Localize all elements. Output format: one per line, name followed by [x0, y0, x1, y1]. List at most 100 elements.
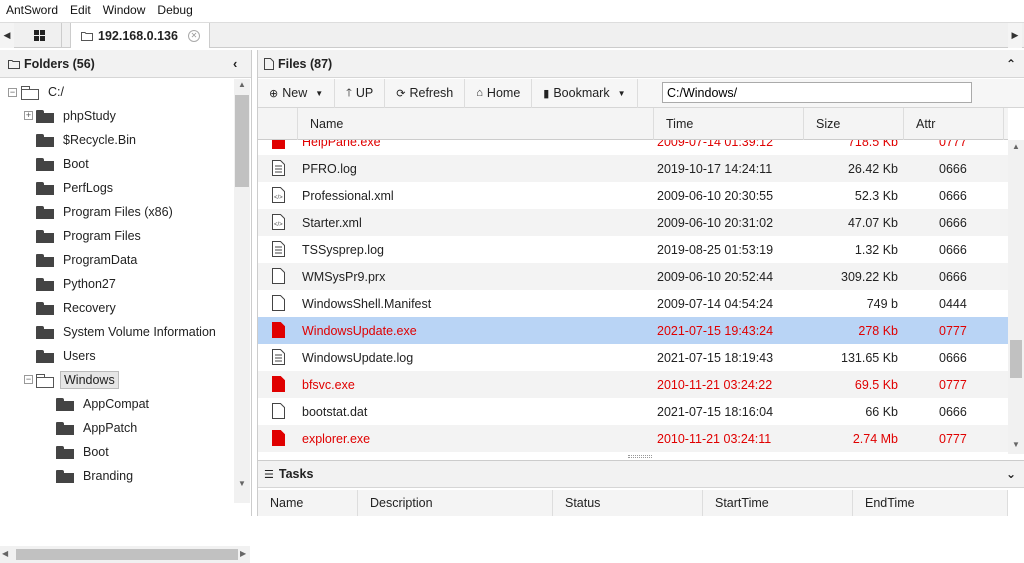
path-input[interactable] — [662, 82, 972, 103]
scroll-thumb[interactable] — [235, 95, 249, 187]
tasks-column-status[interactable]: Status — [553, 490, 703, 516]
caret-down-icon: ▼ — [617, 88, 626, 98]
tab-home[interactable] — [18, 23, 62, 48]
new-button[interactable]: ⊕ New ▼ — [258, 78, 336, 108]
tree-folder[interactable]: System Volume Information — [36, 321, 219, 343]
cell-attr: 0777 — [939, 323, 967, 338]
folder-icon — [36, 157, 54, 171]
cell-attr: 0777 — [939, 431, 967, 446]
up-button[interactable]: 🡑 UP — [335, 78, 386, 108]
file-exe-icon — [272, 376, 285, 392]
tree-folder[interactable]: + phpStudy — [24, 105, 119, 127]
caret-down-icon: ▼ — [315, 88, 324, 98]
table-row[interactable]: PFRO.log 2019-10-17 14:24:11 26.42 Kb 0666 — [258, 155, 1008, 182]
column-size[interactable]: Size — [804, 108, 904, 140]
tree-folder-label: AppCompat — [83, 397, 150, 411]
file-code-icon: </> — [272, 214, 285, 230]
resize-handle[interactable] — [628, 455, 652, 458]
cell-time: 2021-07-15 18:19:43 — [657, 350, 774, 365]
table-row[interactable]: bootstat.dat 2021-07-15 18:16:04 66 Kb 0666 — [258, 398, 1008, 425]
table-row[interactable]: </> Professional.xml 2009-06-10 20:30:55 52… — [258, 182, 1008, 209]
folder-tree: − C:/ + phpStudy $Recycle.Bin Boot PerfLogs P… — [0, 79, 234, 547]
folder-icon — [36, 205, 54, 219]
file-text-icon — [272, 241, 285, 257]
collapse-up-icon[interactable]: ⌃ — [1006, 57, 1016, 71]
table-row[interactable]: </> Starter.xml 2009-06-10 20:31:02 47.07 K… — [258, 209, 1008, 236]
cell-name: TSSysprep.log — [302, 242, 384, 257]
bookmark-button[interactable]: ▮ Bookmark ▼ — [532, 78, 638, 108]
column-name[interactable]: Name — [298, 108, 654, 140]
tree-folder[interactable]: AppPatch — [56, 417, 140, 439]
tree-folder[interactable]: Program Files (x86) — [36, 201, 176, 223]
cell-time: 2009-06-10 20:31:02 — [657, 215, 774, 230]
tree-folder[interactable]: $Recycle.Bin — [36, 129, 139, 151]
tree-root-label: C:/ — [48, 85, 64, 99]
table-row[interactable]: HelpPane.exe 2009-07-14 01:39:12 718.5 Kb 0… — [258, 140, 1008, 155]
cell-size: 749 b — [866, 296, 898, 311]
collapse-icon[interactable]: − — [8, 87, 17, 97]
tree-folder[interactable]: Boot — [56, 441, 112, 463]
home-button[interactable]: ⌂ Home — [465, 78, 533, 108]
folders-vscrollbar[interactable]: ▲ ▼ — [234, 79, 250, 503]
folders-hscrollbar[interactable]: ◀ ▶ — [0, 546, 250, 563]
tree-folder[interactable]: PerfLogs — [36, 177, 116, 199]
cell-attr: 0666 — [939, 350, 967, 365]
tree-folder-label: PerfLogs — [63, 181, 114, 195]
tree-folder[interactable]: Program Files — [36, 225, 144, 247]
tab-host[interactable]: 192.168.0.136 ✕ — [70, 23, 210, 48]
tasks-column-starttime[interactable]: StartTime — [703, 490, 853, 516]
tree-folder-label: ProgramData — [63, 253, 138, 267]
tree-folder[interactable]: Branding — [56, 465, 136, 487]
table-row[interactable]: bfsvc.exe 2010-11-21 03:24:22 69.5 Kb 0777 — [258, 371, 1008, 398]
tree-folder[interactable]: − Windows — [24, 369, 119, 391]
files-grid-body: HelpPane.exe 2009-07-14 01:39:12 718.5 Kb 0… — [258, 140, 1008, 454]
chevron-down-icon[interactable]: ⌄ — [1006, 467, 1016, 481]
cell-size: 66 Kb — [865, 404, 898, 419]
tree-folder[interactable]: Recovery — [36, 297, 119, 319]
collapse-icon[interactable]: − — [24, 375, 33, 384]
menu-edit[interactable]: Edit — [64, 3, 97, 17]
files-grid-header: Name Time Size Attr — [258, 108, 1008, 140]
tab-scroll-right-icon[interactable]: ▶ — [1008, 23, 1022, 48]
tasks-column-description[interactable]: Description — [358, 490, 553, 516]
folder-icon — [36, 253, 54, 267]
cell-name: Starter.xml — [302, 215, 362, 230]
menu-antsword[interactable]: AntSword — [0, 3, 64, 17]
menu-debug[interactable]: Debug — [151, 3, 198, 17]
table-row[interactable]: TSSysprep.log 2019-08-25 01:53:19 1.32 Kb 0… — [258, 236, 1008, 263]
tree-folder[interactable]: Boot — [36, 153, 92, 175]
scroll-thumb[interactable] — [1010, 340, 1022, 378]
tree-root[interactable]: − C:/ — [8, 81, 67, 103]
table-row[interactable]: WindowsUpdate.log 2021-07-15 18:19:43 131.… — [258, 344, 1008, 371]
tree-folder[interactable]: ProgramData — [36, 249, 140, 271]
column-time[interactable]: Time — [654, 108, 804, 140]
cell-size: 309.22 Kb — [841, 269, 898, 284]
column-attr[interactable]: Attr — [904, 108, 1004, 140]
tree-folder[interactable]: Python27 — [36, 273, 119, 295]
table-row[interactable]: WindowsUpdate.exe 2021-07-15 19:43:24 278 … — [258, 317, 1008, 344]
collapse-left-icon[interactable]: ‹ — [233, 56, 237, 71]
cell-attr: 0666 — [939, 188, 967, 203]
close-icon[interactable]: ✕ — [187, 29, 200, 42]
cell-size: 69.5 Kb — [854, 377, 898, 392]
tasks-column-endtime[interactable]: EndTime — [853, 490, 1008, 516]
tree-folder[interactable]: Users — [36, 345, 99, 367]
menu-window[interactable]: Window — [97, 3, 152, 17]
home-label: Home — [486, 86, 521, 100]
table-row[interactable]: WindowsShell.Manifest 2009-07-14 04:54:24… — [258, 290, 1008, 317]
expand-icon[interactable]: + — [24, 111, 33, 120]
files-title: Files (87) — [278, 56, 333, 71]
folders-panel: Folders (56) ‹ − C:/ + phpStudy $Recycle.B… — [0, 50, 252, 563]
table-row[interactable]: WMSysPr9.prx 2009-06-10 20:52:44 309.22 Kb… — [258, 263, 1008, 290]
tab-scroll-left-icon[interactable]: ◀ — [0, 23, 14, 48]
scroll-thumb[interactable] — [16, 549, 238, 560]
files-vscrollbar[interactable]: ▲ ▼ — [1008, 140, 1024, 454]
table-row[interactable]: explorer.exe 2010-11-21 03:24:11 2.74 Mb 07… — [258, 425, 1008, 452]
cell-name: bfsvc.exe — [302, 377, 355, 392]
up-label: UP — [355, 86, 374, 100]
file-icon — [272, 295, 285, 311]
tasks-column-name[interactable]: Name — [258, 490, 358, 516]
tree-folder[interactable]: AppCompat — [56, 393, 152, 415]
folder-icon — [36, 301, 54, 315]
refresh-button[interactable]: ⟳ Refresh — [385, 78, 466, 108]
